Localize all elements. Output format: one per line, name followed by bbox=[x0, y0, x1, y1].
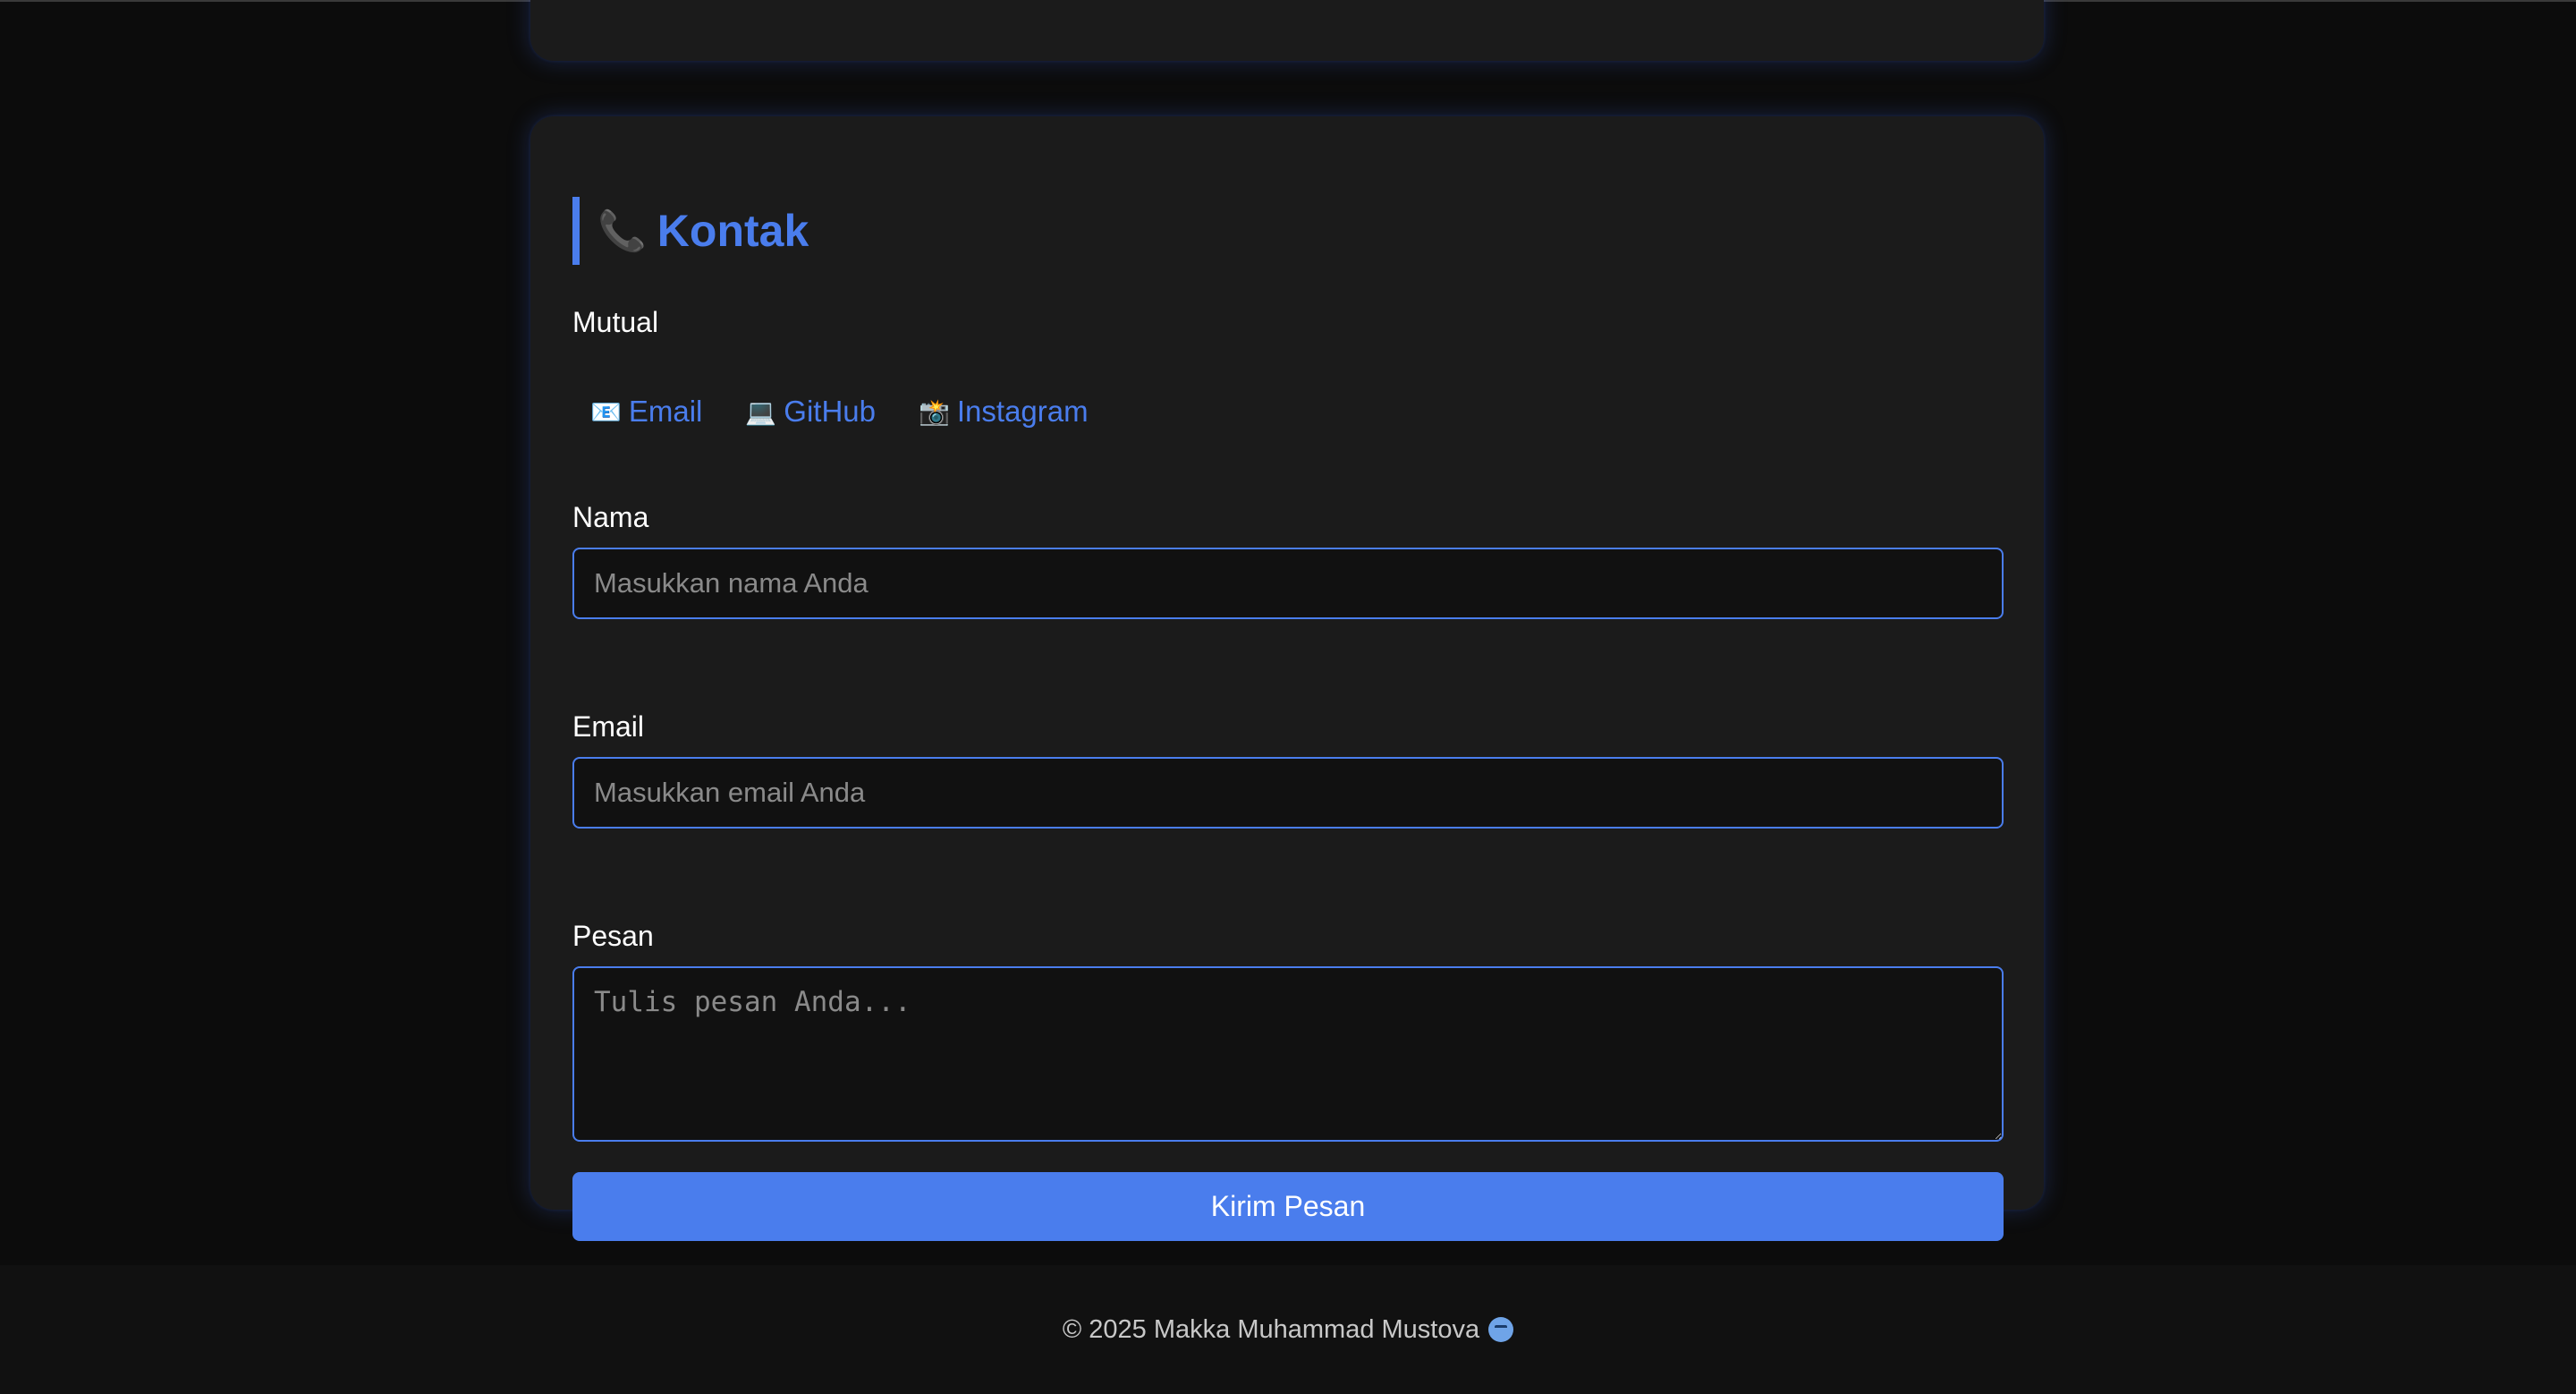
send-message-button[interactable]: Kirim Pesan bbox=[572, 1172, 2004, 1241]
name-input[interactable] bbox=[572, 548, 2004, 619]
message-label: Pesan bbox=[572, 920, 654, 952]
email-input[interactable] bbox=[572, 757, 2004, 829]
message-textarea[interactable] bbox=[572, 966, 2004, 1142]
footer: © 2025 Makka Muhammad Mustova bbox=[0, 1265, 2576, 1394]
github-link[interactable]: 💻 GitHub bbox=[745, 395, 876, 429]
email-link[interactable]: 📧 Email bbox=[590, 395, 702, 429]
camera-icon: 📸 bbox=[919, 397, 950, 426]
contact-subtitle: Mutual bbox=[572, 306, 659, 338]
phone-icon: 📞 bbox=[597, 209, 647, 253]
laptop-icon: 💻 bbox=[745, 397, 777, 426]
copyright-text: © 2025 Makka Muhammad Mustova bbox=[1062, 1314, 1480, 1344]
contact-title-text: Kontak bbox=[657, 206, 809, 256]
email-icon: 📧 bbox=[590, 397, 622, 426]
email-link-label: Email bbox=[628, 395, 703, 428]
previous-section-card bbox=[530, 0, 2044, 61]
contact-form: Nama Email Pesan Kirim Pesan bbox=[572, 499, 2004, 1241]
name-label: Nama bbox=[572, 501, 649, 533]
github-link-label: GitHub bbox=[784, 395, 876, 428]
instagram-link[interactable]: 📸 Instagram bbox=[919, 395, 1089, 429]
email-label: Email bbox=[572, 710, 645, 743]
contact-section: 📞 Kontak Mutual 📧 Email 💻 GitHub 📸 Insta… bbox=[530, 116, 2044, 1241]
instagram-link-label: Instagram bbox=[956, 395, 1089, 428]
contact-title: 📞 Kontak bbox=[572, 197, 2002, 265]
cold-face-icon bbox=[1488, 1317, 1514, 1342]
social-links: 📧 Email 💻 GitHub 📸 Instagram bbox=[572, 392, 2002, 431]
